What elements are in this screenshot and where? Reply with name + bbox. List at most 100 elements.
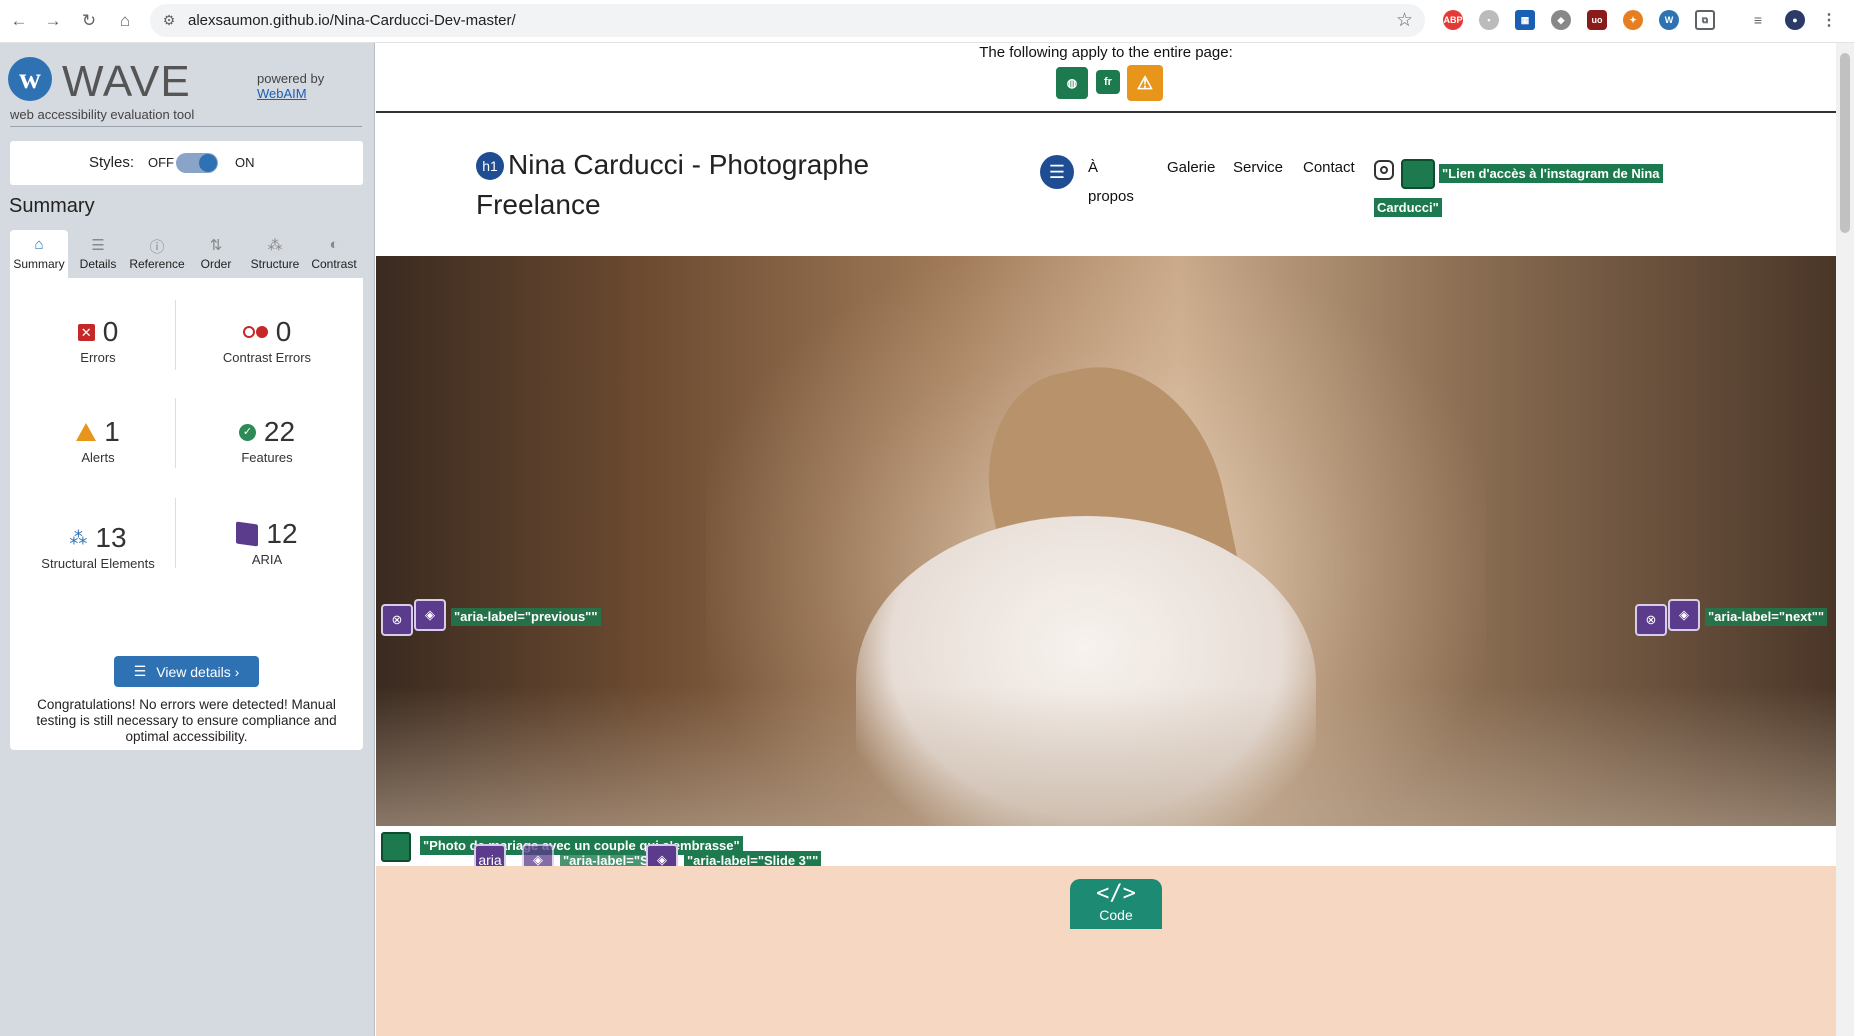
tab-details[interactable]: ☰ Details bbox=[69, 230, 127, 278]
wave-tabs: ⌂ Summary ☰ Details ⓘ Reference ⇅ Order … bbox=[10, 230, 363, 278]
summary-heading: Summary bbox=[9, 195, 95, 217]
structural-count: 13 bbox=[95, 522, 127, 553]
powered-by: powered by WebAIM bbox=[257, 71, 324, 101]
list-icon[interactable]: ☰ bbox=[1040, 155, 1074, 189]
h1-badge[interactable]: h1 bbox=[476, 152, 504, 180]
site-title: h1 Nina Carducci - Photographe Freelance bbox=[476, 145, 896, 225]
contrast-errors-count: 0 bbox=[275, 316, 292, 347]
alert-icon[interactable]: ⚠ bbox=[1127, 65, 1163, 101]
webaim-link[interactable]: WebAIM bbox=[257, 86, 307, 101]
code-toggle-button[interactable]: </> Code bbox=[1070, 879, 1162, 929]
info-icon: ⓘ bbox=[149, 239, 165, 256]
code-label: Code bbox=[1099, 907, 1133, 923]
instagram-icon[interactable] bbox=[1374, 160, 1394, 180]
tab-order-label: Order bbox=[200, 257, 232, 271]
tab-reference[interactable]: ⓘ Reference bbox=[128, 230, 186, 278]
stat-contrast-errors[interactable]: 0 Contrast Errors bbox=[187, 316, 347, 365]
next-close-icon[interactable]: ⊗ bbox=[1635, 604, 1667, 636]
wave-extension-icon[interactable]: W bbox=[1659, 10, 1679, 30]
feature-check-icon: ✓ bbox=[238, 423, 256, 441]
home-icon: ⌂ bbox=[34, 236, 44, 253]
errors-count: 0 bbox=[102, 316, 119, 347]
address-bar[interactable]: ⚙ alexsaumon.github.io/Nina-Carducci-Dev… bbox=[150, 4, 1425, 37]
view-details-button[interactable]: ☰ View details › bbox=[114, 656, 259, 687]
instagram-label-line1: "Lien d'accès à l'instagram de Nina bbox=[1439, 164, 1663, 183]
brand-line2: Freelance bbox=[476, 189, 601, 220]
grid-extension-icon[interactable]: ▦ bbox=[1515, 10, 1535, 30]
contrast-errors-label: Contrast Errors bbox=[222, 350, 312, 365]
divider bbox=[10, 126, 362, 127]
structure-icon: ⁂ bbox=[69, 527, 88, 548]
prev-close-icon[interactable]: ⊗ bbox=[381, 604, 413, 636]
browser-toolbar: ← → ↻ ⌂ ⚙ alexsaumon.github.io/Nina-Card… bbox=[0, 0, 1854, 43]
reading-list-icon[interactable]: ≡ bbox=[1748, 10, 1768, 30]
profile-avatar[interactable]: ● bbox=[1785, 10, 1805, 30]
features-label: Features bbox=[241, 450, 293, 465]
page-scrollbar[interactable] bbox=[1836, 43, 1854, 1036]
styles-toggle[interactable] bbox=[176, 153, 218, 173]
reload-icon[interactable]: ↻ bbox=[76, 8, 102, 34]
fox-icon[interactable]: ✦ bbox=[1623, 10, 1643, 30]
nav-apropos[interactable]: À propos bbox=[1088, 153, 1134, 211]
aria-next-label: "aria-label="next"" bbox=[1705, 608, 1828, 626]
nav-service[interactable]: Service bbox=[1233, 153, 1283, 182]
nav-apropos-line1: À bbox=[1088, 159, 1099, 176]
wave-subtitle: web accessibility evaluation tool bbox=[10, 107, 195, 122]
view-details-label: View details › bbox=[156, 663, 240, 680]
nav-apropos-line2: propos bbox=[1088, 188, 1134, 205]
error-icon: ✕ bbox=[77, 323, 95, 341]
list-icon: ☰ bbox=[91, 237, 105, 254]
scrollbar-thumb[interactable] bbox=[1840, 53, 1850, 233]
forward-icon[interactable]: → bbox=[40, 8, 66, 34]
toggle-knob bbox=[199, 154, 217, 172]
ublock-icon[interactable]: uo bbox=[1587, 10, 1607, 30]
home-icon[interactable]: ⌂ bbox=[112, 8, 138, 34]
tag-icon[interactable]: ◈ bbox=[414, 599, 446, 631]
shield-icon[interactable]: ◆ bbox=[1551, 10, 1571, 30]
menu-kebab-icon[interactable]: ⋮ bbox=[1819, 10, 1839, 30]
tab-contrast[interactable]: ◐ Contrast bbox=[305, 230, 363, 278]
extensions-puzzle-icon[interactable]: ⧉ bbox=[1695, 10, 1715, 30]
stat-aria[interactable]: 12 ARIA bbox=[187, 518, 347, 567]
alert-icon bbox=[76, 423, 97, 441]
back-icon[interactable]: ← bbox=[6, 8, 32, 34]
aria-count: 12 bbox=[266, 518, 298, 549]
language-icon[interactable]: fr bbox=[1096, 70, 1120, 94]
contrast-error-icon bbox=[242, 326, 268, 338]
stat-alerts[interactable]: 1 Alerts bbox=[18, 416, 178, 465]
alerts-count: 1 bbox=[104, 416, 120, 447]
stat-errors[interactable]: ✕ 0 Errors bbox=[18, 316, 178, 365]
url-text[interactable]: alexsaumon.github.io/Nina-Carducci-Dev-m… bbox=[188, 12, 516, 29]
tab-summary[interactable]: ⌂ Summary bbox=[10, 230, 68, 278]
evaluated-page: The following apply to the entire page: … bbox=[376, 43, 1836, 1036]
site-info-icon[interactable]: ⚙ bbox=[160, 11, 178, 29]
contrast-icon: ◐ bbox=[329, 236, 339, 253]
bookmark-star-icon[interactable]: ☆ bbox=[1396, 9, 1413, 32]
stat-features[interactable]: ✓ 22 Features bbox=[187, 416, 347, 465]
tab-structure[interactable]: ⁂ Structure bbox=[246, 230, 304, 278]
image-icon[interactable] bbox=[381, 832, 411, 862]
instagram-label-line2: Carducci" bbox=[1374, 198, 1442, 217]
nav-galerie[interactable]: Galerie bbox=[1167, 153, 1215, 182]
tab-summary-label: Summary bbox=[13, 257, 65, 271]
lang-badge: fr bbox=[1104, 76, 1112, 88]
globe-icon[interactable]: ◍ bbox=[1056, 67, 1088, 99]
next-section: </> Code bbox=[376, 866, 1836, 1036]
tab-contrast-label: Contrast bbox=[311, 257, 357, 271]
styles-off-label: OFF bbox=[148, 155, 174, 170]
styles-toggle-panel: Styles: OFF ON bbox=[10, 141, 363, 185]
alerts-label: Alerts bbox=[81, 450, 115, 465]
page-wide-banner: The following apply to the entire page: … bbox=[376, 43, 1836, 113]
link-icon[interactable] bbox=[1401, 159, 1435, 189]
nav-contact[interactable]: Contact bbox=[1303, 153, 1355, 182]
structure-icon: ⁂ bbox=[267, 237, 283, 254]
stat-structural[interactable]: ⁂ 13 Structural Elements bbox=[18, 522, 178, 571]
aria-label: ARIA bbox=[251, 552, 283, 567]
wave-sidebar: w WAVE web accessibility evaluation tool… bbox=[0, 43, 375, 1036]
tab-reference-label: Reference bbox=[129, 257, 185, 271]
extension-icon[interactable]: • bbox=[1479, 10, 1499, 30]
tab-order[interactable]: ⇅ Order bbox=[187, 230, 245, 278]
tab-structure-label: Structure bbox=[250, 257, 300, 271]
adblock-icon[interactable]: ABP bbox=[1443, 10, 1463, 30]
tag-icon[interactable]: ◈ bbox=[1668, 599, 1700, 631]
